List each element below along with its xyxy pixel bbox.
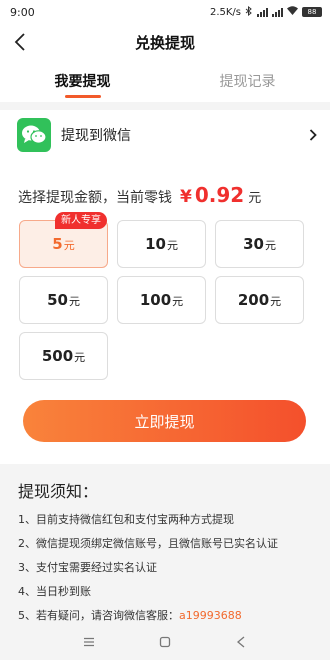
tab-label: 提现记录 — [219, 74, 276, 90]
menu-button[interactable] — [81, 634, 97, 650]
tab-underline — [64, 95, 101, 98]
network-speed: 2.5K/s — [209, 6, 241, 18]
balance-prompt: 选择提现金额，当前零钱 — [18, 190, 172, 206]
signal-icon-2 — [272, 7, 283, 17]
notice-item: 1、目前支持微信红包和支付宝两种方式提现 — [18, 513, 234, 526]
withdraw-notice: 提现须知： 1、目前支持微信红包和支付宝两种方式提现 2、微信提现须绑定微信账号… — [0, 464, 330, 624]
tab-label: 我要提现 — [54, 74, 111, 90]
amount-option-200[interactable]: 200 元 — [215, 276, 304, 324]
chevron-left-icon — [14, 33, 25, 51]
new-user-badge: 新人专享 — [55, 212, 107, 229]
amount-unit: 元 — [166, 239, 178, 252]
title-bar: 兑换提现 — [0, 24, 330, 60]
amount-value: 50 — [47, 291, 68, 309]
withdraw-now-button[interactable]: 立即提现 — [23, 400, 306, 442]
amount-option-10[interactable]: 10 元 — [117, 220, 206, 268]
status-indicators: 2.5K/s 88 — [209, 5, 322, 19]
amount-unit: 元 — [63, 239, 75, 252]
balance-amount: 0.92 — [194, 183, 245, 207]
contact-prefix: 5、若有疑问，请咨询微信客服： — [18, 609, 179, 622]
amount-option-100[interactable]: 100 元 — [117, 276, 206, 324]
signal-icon — [257, 7, 268, 17]
chevron-right-icon — [306, 128, 320, 142]
bluetooth-icon — [245, 5, 253, 19]
status-time: 9:00 — [10, 5, 35, 19]
contact-wechat-id[interactable]: a19993688 — [179, 609, 242, 622]
amount-option-30[interactable]: 30 元 — [215, 220, 304, 268]
back-triangle-icon — [236, 636, 245, 648]
home-icon — [159, 636, 171, 648]
wifi-icon — [287, 6, 298, 18]
amount-value: 30 — [243, 235, 264, 253]
battery-icon: 88 — [302, 7, 322, 17]
withdraw-method-label: 提现到微信 — [61, 128, 131, 144]
status-bar: 9:00 2.5K/s 88 — [0, 0, 330, 24]
menu-icon — [84, 637, 94, 647]
currency-symbol: ¥ — [180, 187, 192, 207]
home-button[interactable] — [157, 634, 173, 650]
balance-unit: 元 — [248, 191, 262, 206]
system-nav-bar — [0, 624, 330, 660]
amount-unit: 元 — [172, 295, 184, 308]
amount-option-5[interactable]: 新人专享 5元 — [19, 212, 108, 268]
notice-item: 2、微信提现须绑定微信账号，且微信账号已实名认证 — [18, 537, 278, 550]
amount-value: 100 — [139, 291, 172, 309]
amount-value: 200 — [237, 291, 270, 309]
page-title: 兑换提现 — [134, 33, 195, 52]
tab-withdraw-records[interactable]: 提现记录 — [165, 60, 330, 102]
wechat-icon — [17, 118, 51, 152]
section-divider — [0, 102, 330, 110]
amount-unit: 元 — [264, 239, 276, 252]
amount-value: 10 — [145, 235, 166, 253]
amount-option-50[interactable]: 50 元 — [19, 276, 108, 324]
notice-item: 3、支付宝需要经过实名认证 — [18, 561, 157, 574]
amount-option-500[interactable]: 500 元 — [19, 332, 108, 380]
back-button[interactable] — [6, 28, 34, 56]
amount-unit: 元 — [74, 351, 86, 364]
amount-value: 5 — [52, 235, 63, 253]
notice-title: 提现须知： — [18, 482, 99, 501]
notice-item: 4、当日秒到账 — [18, 585, 91, 598]
withdraw-method-row[interactable]: 提现到微信 — [0, 114, 330, 156]
system-back-button[interactable] — [233, 634, 249, 650]
amount-unit: 元 — [68, 295, 80, 308]
amount-value: 500 — [41, 347, 74, 365]
balance-row: 选择提现金额，当前零钱 ¥ 0.92 元 — [18, 183, 261, 207]
amount-unit: 元 — [270, 295, 282, 308]
tab-bar: 我要提现 提现记录 — [0, 60, 330, 102]
tab-withdraw[interactable]: 我要提现 — [0, 60, 165, 102]
